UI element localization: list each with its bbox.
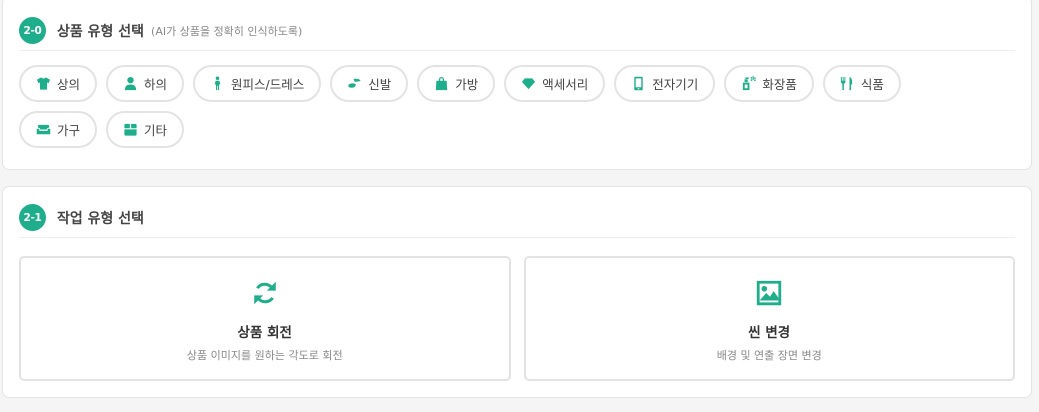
chip-label: 신발	[368, 77, 392, 92]
category-chip-bag[interactable]: 가방	[417, 65, 496, 102]
category-chip-dress[interactable]: 원피스/드레스	[193, 65, 322, 102]
task-option-description: 배경 및 연출 장면 변경	[716, 349, 822, 362]
category-chip-other[interactable]: 기타	[106, 111, 185, 148]
box-icon	[122, 122, 138, 138]
category-chip-accessory[interactable]: 액세서리	[504, 65, 606, 102]
couch-icon	[35, 122, 51, 138]
gem-icon	[520, 76, 536, 92]
chip-label: 하의	[144, 77, 168, 92]
category-chip-food[interactable]: 식품	[822, 65, 901, 102]
phone-icon	[630, 76, 646, 92]
category-chip-list: 상의 하의 원피스/드레스 신발 가방 액세서리 전자기기 화장품 식품 가구 …	[19, 65, 979, 148]
category-chip-bottom[interactable]: 하의	[106, 65, 185, 102]
section-title: 작업 유형 선택	[57, 210, 145, 227]
task-type-section: 2-1 작업 유형 선택 상품 회전 상품 이미지를 원하는 각도로 회전 씬 …	[2, 186, 1032, 398]
category-chip-electronics[interactable]: 전자기기	[614, 65, 716, 102]
spray-icon	[740, 76, 756, 92]
category-chip-top[interactable]: 상의	[19, 65, 98, 102]
chip-label: 식품	[860, 77, 884, 92]
section-title: 상품 유형 선택	[57, 23, 145, 40]
category-chip-furniture[interactable]: 가구	[19, 111, 98, 148]
shirt-icon	[35, 76, 51, 92]
task-option-rotate[interactable]: 상품 회전 상품 이미지를 원하는 각도로 회전	[19, 256, 511, 381]
chip-label: 화장품	[762, 77, 797, 92]
product-category-section: 2-0 상품 유형 선택 (AI가 상품을 정확히 인식하도록) 상의 하의 원…	[2, 0, 1032, 170]
shoe-icon	[346, 76, 362, 92]
chip-label: 상의	[57, 77, 81, 92]
image-icon	[753, 277, 785, 309]
utensils-icon	[839, 76, 855, 92]
chip-label: 액세서리	[542, 77, 589, 92]
section-subtitle: (AI가 상품을 정확히 인식하도록)	[151, 24, 303, 38]
step-badge: 2-1	[19, 204, 46, 231]
section-header: 2-1 작업 유형 선택	[19, 198, 1015, 238]
chip-label: 전자기기	[652, 77, 699, 92]
chip-label: 가방	[455, 77, 479, 92]
chip-label: 원피스/드레스	[231, 77, 305, 92]
chip-label: 가구	[57, 123, 81, 138]
step-badge: 2-0	[19, 17, 46, 44]
category-chip-shoes[interactable]: 신발	[330, 65, 409, 102]
bag-icon	[433, 76, 449, 92]
dress-icon	[209, 76, 225, 92]
task-option-scene[interactable]: 씬 변경 배경 및 연출 장면 변경	[523, 256, 1015, 381]
task-option-list: 상품 회전 상품 이미지를 원하는 각도로 회전 씬 변경 배경 및 연출 장면…	[19, 256, 1015, 381]
section-header: 2-0 상품 유형 선택 (AI가 상품을 정확히 인식하도록)	[19, 11, 1015, 51]
task-option-description: 상품 이미지를 원하는 각도로 회전	[186, 349, 343, 362]
category-chip-cosmetics[interactable]: 화장품	[724, 65, 814, 102]
task-option-title: 씬 변경	[748, 325, 791, 341]
task-option-title: 상품 회전	[237, 325, 292, 341]
person-icon	[122, 76, 138, 92]
rotate-icon	[249, 277, 281, 309]
chip-label: 기타	[144, 123, 168, 138]
